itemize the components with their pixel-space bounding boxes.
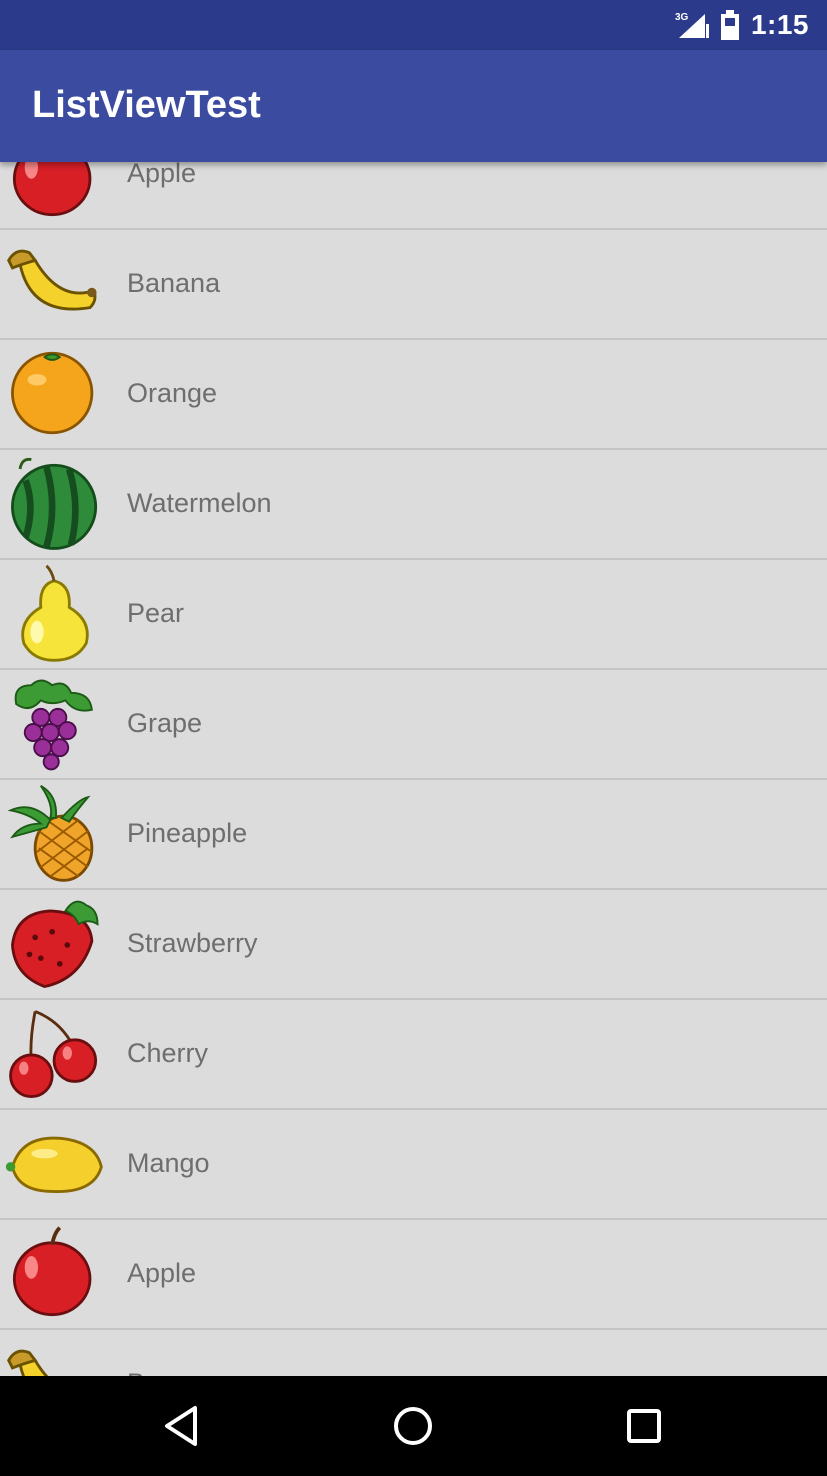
list-item[interactable]: Orange (0, 340, 827, 450)
back-button[interactable] (152, 1398, 212, 1454)
apple-icon (12, 1226, 92, 1317)
screen: 3G 1:15 ListViewTest Apple Banana Orange… (0, 0, 827, 1476)
fruit-name: Pineapple (127, 818, 248, 848)
grape-icon (14, 679, 93, 771)
status-icons: 3G 1:15 (675, 8, 809, 42)
signal-icon: 3G (675, 10, 709, 40)
fruit-name: Banana (127, 1368, 220, 1376)
apple-icon (12, 162, 92, 217)
fruit-name: Orange (127, 378, 218, 408)
strawberry-icon (11, 900, 99, 989)
app-title: ListViewTest (32, 84, 261, 126)
recents-icon (627, 1409, 661, 1443)
home-button[interactable] (383, 1398, 443, 1454)
fruit-name: Watermelon (127, 488, 272, 518)
fruit-list-items: Apple Banana Orange Watermelon Pear Grap… (0, 162, 827, 1376)
fruit-name: Apple (127, 1258, 197, 1288)
app-bar: ListViewTest (0, 50, 827, 162)
banana-icon (7, 1349, 49, 1376)
fruit-name: Strawberry (127, 928, 258, 958)
list-item[interactable]: Strawberry (0, 890, 827, 1000)
list-item[interactable]: Apple (0, 1220, 827, 1330)
list-item[interactable]: Banana (0, 1330, 827, 1376)
recents-button[interactable] (614, 1398, 674, 1454)
navigation-bar (0, 1376, 827, 1476)
list-item[interactable]: Pear (0, 560, 827, 670)
home-icon (394, 1407, 432, 1445)
orange-icon (11, 351, 94, 435)
fruit-list[interactable]: Apple Banana Orange Watermelon Pear Grap… (0, 162, 827, 1376)
cherry-icon (9, 1010, 98, 1098)
status-bar: 3G 1:15 (0, 0, 827, 50)
fruit-name: Cherry (127, 1038, 209, 1068)
list-item[interactable]: Cherry (0, 1000, 827, 1110)
network-type-label: 3G (675, 12, 689, 23)
back-icon (165, 1406, 197, 1446)
watermelon-icon (11, 457, 98, 550)
list-item[interactable]: Apple (0, 162, 827, 230)
list-item[interactable]: Pineapple (0, 780, 827, 890)
fruit-name: Apple (127, 162, 197, 188)
fruit-name: Pear (127, 598, 185, 628)
list-item[interactable]: Mango (0, 1110, 827, 1220)
status-time: 1:15 (750, 9, 809, 40)
list-item[interactable]: Grape (0, 670, 827, 780)
fruit-name: Grape (127, 708, 203, 738)
pineapple-icon (7, 784, 94, 882)
list-item[interactable]: Watermelon (0, 450, 827, 560)
battery-icon (719, 9, 741, 41)
banana-icon (7, 249, 97, 311)
list-item[interactable]: Banana (0, 230, 827, 340)
pear-icon (21, 564, 89, 662)
fruit-name: Banana (127, 268, 221, 298)
fruit-name: Mango (127, 1148, 210, 1178)
mango-icon (5, 1136, 103, 1193)
